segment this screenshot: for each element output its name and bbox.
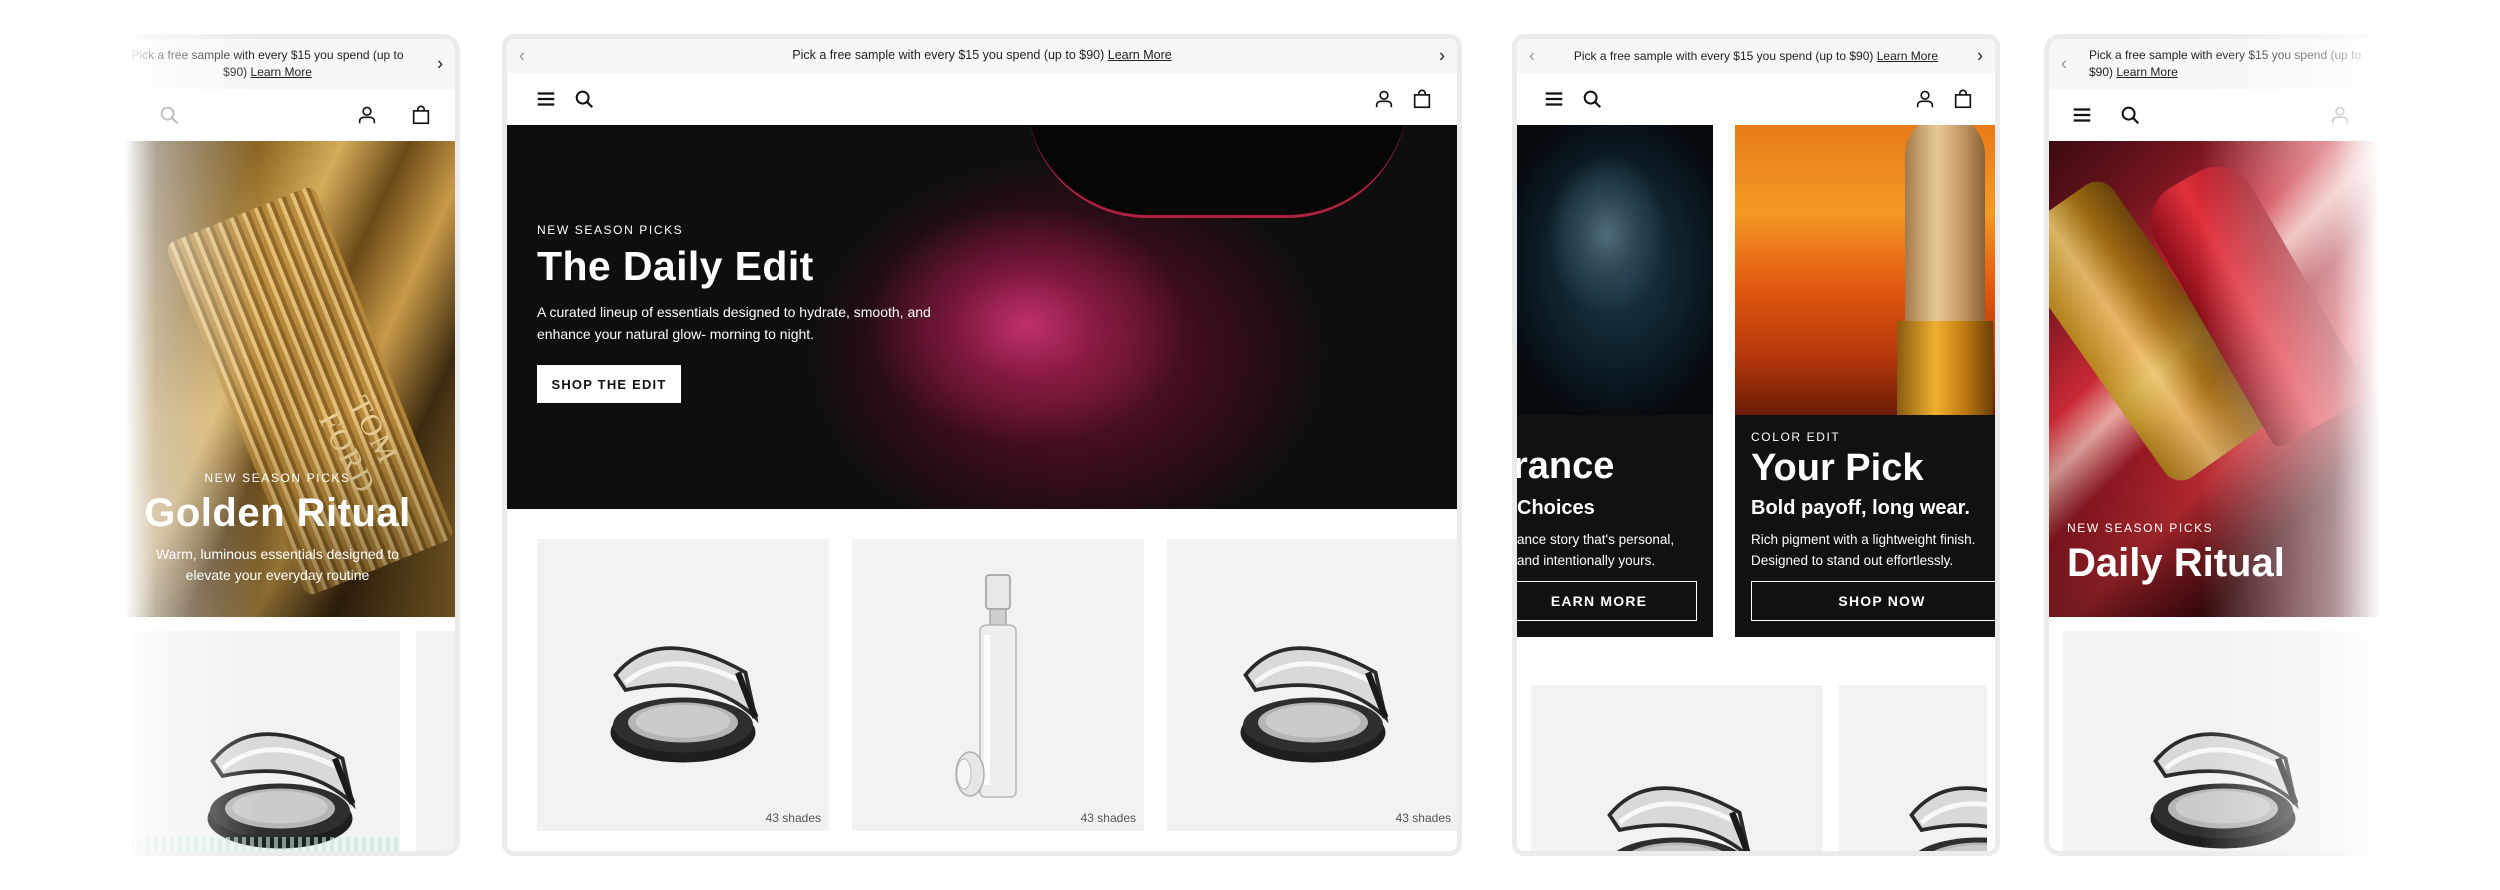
hero-text-block: NEW SEASON PICKS The Daily Edit A curate…	[537, 223, 977, 404]
device-screen-daily-edit: ‹ Pick a free sample with every $15 you …	[502, 34, 1462, 856]
card-subtitle: Bold payoff, long wear.	[1751, 497, 1970, 519]
compact-product-image	[1577, 725, 1777, 856]
account-icon[interactable]	[2329, 104, 2351, 126]
promo-text-line1: Pick a free sample with every $15 you sp…	[2089, 48, 2362, 63]
hero-daily-ritual[interactable]: NEW SEASON PICKS Daily Ritual	[2049, 141, 2380, 617]
device-screen-golden-ritual: Pick a free sample with every $15 you sp…	[120, 34, 460, 856]
product-tile-1[interactable]	[1531, 685, 1823, 856]
promo-text-line1: Pick a free sample with every $15 you sp…	[131, 48, 404, 63]
hero-text-block: NEW SEASON PICKS Daily Ritual	[2067, 521, 2285, 586]
compact-product-image	[2123, 671, 2323, 856]
promo-learn-more-link[interactable]: Learn More	[251, 65, 312, 79]
hero-daily-edit[interactable]: NEW SEASON PICKS The Daily Edit A curate…	[507, 125, 1457, 509]
promo-banner[interactable]: ‹ Pick a free sample with every $15 you …	[1517, 39, 1995, 73]
promo-text: Pick a free sample with every $15 you sp…	[1573, 48, 1874, 63]
compact-product-image	[1213, 585, 1413, 785]
shades-count: 43 shades	[1080, 811, 1136, 825]
device-screen-daily-ritual: ‹ Pick a free sample with every $15 you …	[2044, 34, 2380, 856]
card-subtitle: Choices	[1517, 497, 1595, 519]
promo-banner[interactable]: ‹ Pick a free sample with every $15 you …	[2049, 39, 2380, 89]
account-icon[interactable]	[356, 104, 378, 126]
card-description: Rich pigment with a lightweight finish. …	[1751, 532, 1976, 568]
product-tile-compact[interactable]	[130, 631, 400, 856]
chevron-right-icon[interactable]: ›	[1977, 43, 1983, 68]
model-portrait-image	[1517, 125, 1713, 415]
promo-text: Pick a free sample with every $15 you sp…	[792, 48, 1105, 63]
account-icon[interactable]	[1914, 88, 1936, 110]
top-nav	[2049, 89, 2380, 141]
product-tile-1[interactable]: 43 shades	[537, 539, 829, 831]
promo-learn-more-link[interactable]: Learn More	[1877, 48, 1938, 65]
promo-text-line2: $90)	[2089, 65, 2114, 79]
hero-eyebrow: NEW SEASON PICKS	[2067, 521, 2214, 535]
menu-icon[interactable]	[1543, 88, 1565, 110]
hero-title: Daily Ritual	[2067, 541, 2285, 585]
bag-icon[interactable]	[1952, 88, 1974, 110]
top-nav	[507, 73, 1457, 125]
chevron-left-icon[interactable]: ‹	[1529, 43, 1535, 68]
shades-count: 43 shades	[765, 811, 821, 825]
color-edit-card[interactable]: COLOR EDIT Your Pick Bold payoff, long w…	[1735, 125, 1995, 637]
search-icon[interactable]	[158, 104, 180, 126]
promo-learn-more-link[interactable]: Learn More	[1108, 47, 1172, 65]
compact-product-image	[583, 585, 783, 785]
menu-icon[interactable]	[2071, 104, 2093, 126]
product-tile-3[interactable]: 43 shades	[1167, 539, 1457, 831]
lipstick-image	[1735, 125, 1995, 415]
hero-description: Warm, luminous essentials designed to el…	[155, 546, 400, 583]
bag-icon[interactable]	[1411, 88, 1433, 110]
bottle-product-image	[948, 569, 1048, 809]
top-nav	[1517, 73, 1995, 125]
device-screen-promo-cards: ‹ Pick a free sample with every $15 you …	[1512, 34, 2000, 856]
hero-eyebrow: NEW SEASON PICKS	[204, 471, 351, 485]
product-tile-2[interactable]: 43 shades	[852, 539, 1144, 831]
shop-the-edit-button[interactable]: SHOP THE EDIT	[537, 365, 681, 404]
sunglasses-image	[1027, 125, 1407, 218]
hero-description: A curated lineup of essentials designed …	[537, 304, 931, 342]
top-nav	[120, 89, 455, 141]
card-eyebrow: COLOR EDIT	[1751, 430, 1841, 444]
hero-title: The Daily Edit	[537, 243, 814, 289]
card-desc-line2: and intentionally yours.	[1517, 553, 1656, 568]
search-icon[interactable]	[2119, 104, 2141, 126]
hero-title: Golden Ritual	[144, 491, 411, 535]
account-icon[interactable]	[1373, 88, 1395, 110]
chevron-left-icon[interactable]: ‹	[2061, 51, 2067, 76]
promo-banner[interactable]: Pick a free sample with every $15 you sp…	[120, 39, 455, 89]
card-title: Your Pick	[1751, 447, 1924, 489]
search-icon[interactable]	[573, 88, 595, 110]
fragrance-card[interactable]: rance Choices ance story that's personal…	[1517, 125, 1713, 637]
promo-learn-more-link[interactable]: Learn More	[2116, 65, 2177, 79]
product-tile-compact[interactable]	[2063, 631, 2380, 856]
card-title: rance	[1517, 445, 1615, 487]
card-desc-line1: ance story that's personal,	[1517, 532, 1675, 547]
product-tile-partial[interactable]	[416, 631, 455, 851]
chevron-left-icon[interactable]: ‹	[519, 43, 525, 68]
search-icon[interactable]	[1581, 88, 1603, 110]
learn-more-button[interactable]: EARN MORE	[1517, 581, 1697, 621]
compact-product-image	[180, 671, 380, 856]
shades-count: 43 shades	[1395, 811, 1451, 825]
hero-eyebrow: NEW SEASON PICKS	[537, 223, 684, 237]
menu-icon[interactable]	[535, 88, 557, 110]
chevron-right-icon[interactable]: ›	[1439, 43, 1445, 68]
hero-golden-ritual[interactable]: TOM FORD NEW SEASON PICKS Golden Ritual …	[120, 141, 455, 617]
compact-product-image	[1879, 725, 1987, 856]
product-tile-2[interactable]	[1839, 685, 1987, 856]
promo-banner[interactable]: ‹ Pick a free sample with every $15 you …	[507, 39, 1457, 73]
bag-icon[interactable]	[410, 104, 432, 126]
hero-text-block: NEW SEASON PICKS Golden Ritual Warm, lum…	[120, 471, 435, 586]
shop-now-button[interactable]: SHOP NOW	[1751, 581, 1995, 621]
chevron-right-icon[interactable]: ›	[437, 51, 443, 76]
promo-text-line2: $90)	[223, 65, 248, 79]
